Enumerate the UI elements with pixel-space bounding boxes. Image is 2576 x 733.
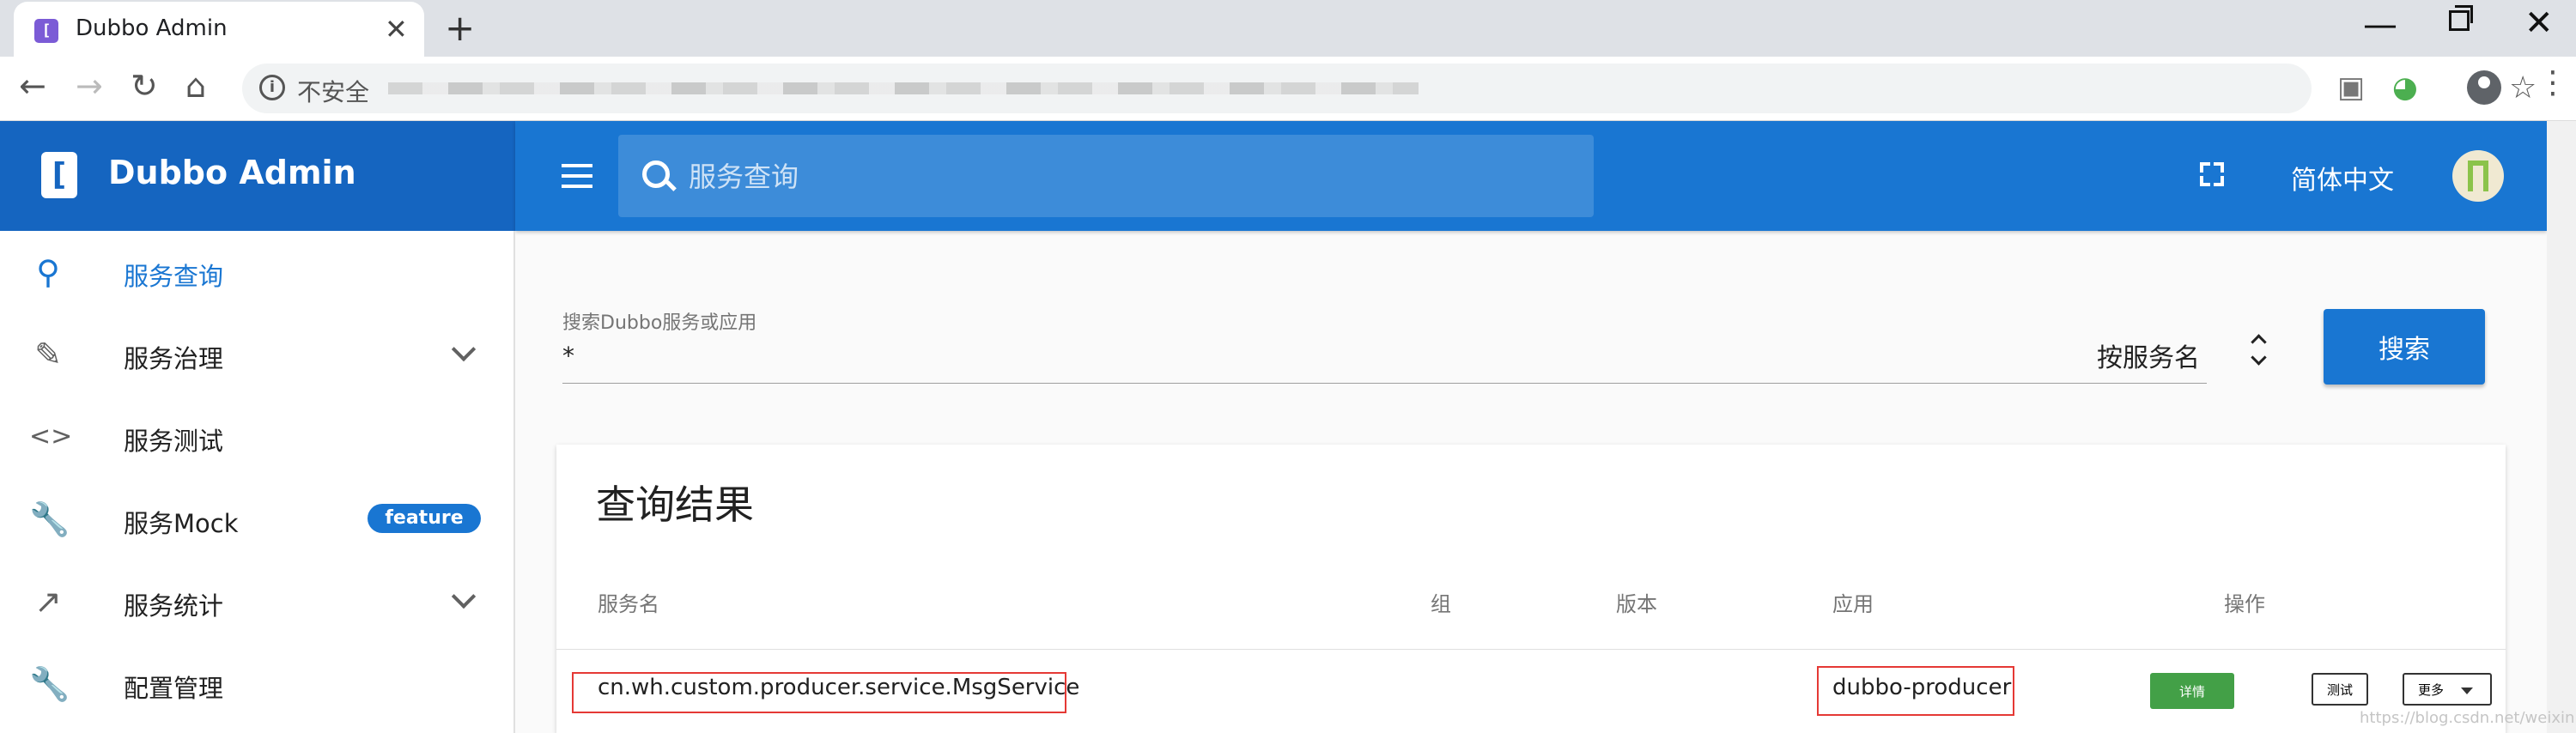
- sidebar-item-service-statistics[interactable]: ↗ 服务统计: [0, 560, 513, 643]
- column-header-version[interactable]: 版本: [1616, 587, 1657, 617]
- wrench-icon: 🔧: [29, 665, 70, 703]
- page-scrollbar[interactable]: [2547, 121, 2576, 733]
- wrench-icon: 🔧: [29, 500, 70, 538]
- application-cell: dubbo-producer: [1832, 675, 2012, 700]
- browser-toolbar: ← → ↻ ⌂ i 不安全 ☆ ▣ ◕ ⋮: [0, 57, 2576, 121]
- app-name: Dubbo Admin: [108, 154, 356, 191]
- search-icon: ⚲: [36, 253, 60, 291]
- sidebar-item-label: 服务治理: [124, 344, 224, 373]
- sidebar-item-service-search[interactable]: ⚲ 服务查询: [0, 231, 513, 313]
- search-button[interactable]: 搜索: [2324, 309, 2485, 385]
- sidebar-item-label: 服务Mock: [124, 509, 239, 538]
- info-icon[interactable]: i: [259, 75, 285, 100]
- select-arrows-icon[interactable]: [2250, 333, 2267, 367]
- watermark: https://blog.csdn.net/weixin: [2360, 709, 2575, 727]
- fullscreen-icon[interactable]: [2200, 162, 2224, 186]
- menu-hamburger-icon[interactable]: [562, 164, 592, 188]
- table-header-divider: [556, 649, 2506, 650]
- sidebar-item-service-test[interactable]: <> 服务测试: [0, 396, 513, 478]
- chevron-down-icon: [451, 336, 477, 362]
- feature-badge: feature: [368, 504, 481, 533]
- profile-icon[interactable]: [2467, 70, 2501, 105]
- pencil-icon: ✎: [34, 336, 62, 373]
- search-field-underline: [562, 383, 2207, 384]
- search-type-select[interactable]: 按服务名: [2097, 336, 2200, 374]
- column-header-application[interactable]: 应用: [1832, 587, 1874, 617]
- column-header-group[interactable]: 组: [1431, 587, 1451, 617]
- sidebar-item-service-governance[interactable]: ✎ 服务治理: [0, 313, 513, 396]
- new-tab-icon[interactable]: +: [445, 7, 475, 50]
- more-dropdown-button[interactable]: 更多: [2403, 673, 2492, 706]
- dubbo-favicon-icon: [: [34, 19, 58, 43]
- forward-arrow-icon[interactable]: →: [76, 67, 103, 105]
- chevron-down-icon: [451, 584, 477, 609]
- tab-title: Dubbo Admin: [76, 15, 228, 41]
- trending-icon: ↗: [34, 583, 62, 621]
- sidebar-item-service-mock[interactable]: 🔧 服务Mock feature: [0, 478, 513, 560]
- service-name-cell: cn.wh.custom.producer.service.MsgService: [598, 675, 1080, 700]
- search-field-label: 搜索Dubbo服务或应用: [562, 312, 757, 334]
- sidebar-item-label: 服务测试: [124, 427, 224, 456]
- reload-icon[interactable]: ↻: [131, 67, 158, 105]
- back-arrow-icon[interactable]: ←: [19, 67, 46, 105]
- sidebar-item-label: 服务统计: [124, 591, 224, 621]
- dubbo-logo-icon: [: [41, 152, 77, 198]
- window-restore-icon[interactable]: [2449, 5, 2473, 31]
- extension-globe-icon[interactable]: ◕: [2392, 70, 2418, 105]
- search-icon: [642, 161, 670, 188]
- window-close-icon[interactable]: ✕: [2524, 3, 2554, 43]
- detail-button[interactable]: 详情: [2150, 673, 2234, 709]
- sidebar-item-label: 服务查询: [124, 262, 224, 291]
- menu-kebab-icon[interactable]: ⋮: [2537, 65, 2568, 100]
- blurred-url: [388, 82, 1419, 94]
- sidebar: ⚲ 服务查询 ✎ 服务治理 <> 服务测试 🔧 服务Mock feature ↗…: [0, 231, 515, 733]
- tab-close-icon[interactable]: ✕: [385, 12, 408, 46]
- extension-icon[interactable]: ▣: [2337, 70, 2365, 105]
- results-title: 查询结果: [596, 482, 754, 528]
- home-icon[interactable]: ⌂: [185, 67, 206, 105]
- address-bar[interactable]: i 不安全 ☆: [242, 64, 2537, 113]
- window-minimize-icon[interactable]: —: [2363, 5, 2397, 45]
- column-header-service[interactable]: 服务名: [598, 587, 659, 617]
- app-topbar: 简体中文: [515, 121, 2547, 231]
- security-label: 不安全: [297, 78, 370, 106]
- results-card: 查询结果 服务名 组 版本 应用 操作 cn.wh.custom.produce…: [556, 445, 2506, 733]
- app-logo-bar: [ Dubbo Admin: [0, 121, 515, 231]
- test-button[interactable]: 测试: [2312, 673, 2368, 706]
- column-header-actions: 操作: [2224, 592, 2265, 616]
- bookmark-star-icon[interactable]: ☆: [2509, 70, 2537, 106]
- avatar[interactable]: [2452, 150, 2504, 202]
- global-search-input[interactable]: [687, 155, 1566, 198]
- search-field-input[interactable]: *: [562, 342, 574, 370]
- sidebar-item-config-management[interactable]: 🔧 配置管理: [0, 643, 513, 725]
- global-search[interactable]: [618, 135, 1594, 217]
- language-switcher[interactable]: 简体中文: [2291, 159, 2394, 197]
- sidebar-item-label: 配置管理: [124, 674, 224, 703]
- browser-tab-strip: [ Dubbo Admin ✕ + — ✕: [0, 0, 2576, 57]
- code-icon: <>: [29, 421, 73, 451]
- browser-tab[interactable]: [ Dubbo Admin ✕: [14, 2, 424, 57]
